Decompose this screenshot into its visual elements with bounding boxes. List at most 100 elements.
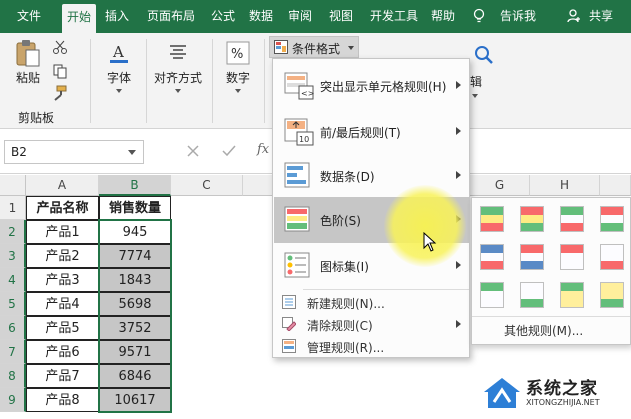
share-button[interactable]: 共享 — [584, 0, 618, 33]
enter-check-icon[interactable] — [222, 144, 236, 158]
number-group-label: 数字 — [225, 71, 250, 85]
watermark-title: 系统之家 — [526, 379, 598, 399]
font-button[interactable]: A 字体 — [99, 41, 139, 93]
table-cell[interactable]: 产品6 — [26, 340, 99, 364]
table-cell[interactable]: 产品8 — [26, 388, 99, 412]
svg-text:A: A — [112, 43, 124, 61]
menu-item-new-rule[interactable]: 新建规则(N)... — [274, 291, 470, 313]
insert-function-button[interactable]: fx — [257, 142, 269, 157]
table-header-cell[interactable]: 产品名称 — [26, 196, 99, 220]
chevron-down-icon[interactable] — [128, 150, 136, 155]
menu-divider — [472, 316, 630, 317]
table-cell[interactable]: 产品2 — [26, 244, 99, 268]
row-header[interactable]: 9 — [0, 388, 26, 412]
row-header[interactable]: 6 — [0, 316, 26, 340]
chevron-down-icon — [348, 46, 354, 50]
data-bars-icon — [284, 162, 310, 188]
menu-item-clear-rules[interactable]: 清除规则(C) — [274, 313, 470, 335]
number-format-button[interactable]: % 数字 — [218, 41, 258, 93]
icon-sets-icon — [284, 252, 310, 278]
cancel-icon[interactable] — [186, 144, 200, 158]
select-all-corner[interactable] — [0, 175, 26, 196]
menu-item-manage-rules[interactable]: 管理规则(R)... — [274, 335, 470, 357]
row-header[interactable]: 5 — [0, 292, 26, 316]
column-header-a[interactable]: A — [26, 175, 99, 196]
color-scale-swatch[interactable] — [560, 206, 584, 232]
paste-button[interactable]: 粘贴 — [8, 39, 48, 86]
color-scales-icon — [284, 206, 310, 232]
highlight-rules-icon: <> — [284, 72, 314, 100]
color-scale-swatch[interactable] — [480, 282, 504, 308]
column-header-d[interactable] — [243, 175, 273, 196]
chevron-right-icon — [456, 127, 461, 135]
tab-insert[interactable]: 插入 — [100, 0, 134, 33]
menu-item-highlight-cell-rules[interactable]: <> 突出显示单元格规则(H) — [274, 63, 470, 109]
copy-icon[interactable] — [52, 63, 68, 79]
align-center-icon — [170, 45, 186, 59]
percent-icon: % — [226, 41, 250, 65]
table-header-cell[interactable]: 销售数量 — [99, 196, 171, 220]
color-scale-swatch[interactable] — [560, 282, 584, 308]
color-scale-swatch[interactable] — [600, 206, 624, 232]
table-cell[interactable]: 产品1 — [26, 220, 99, 244]
svg-text:10: 10 — [299, 135, 309, 144]
color-scale-swatch[interactable] — [520, 244, 544, 270]
column-header-c[interactable]: C — [171, 175, 243, 196]
tab-help[interactable]: 帮助 — [426, 0, 460, 33]
menu-item-label: 突出显示单元格规则(H) — [320, 80, 447, 94]
format-painter-icon[interactable] — [52, 85, 68, 101]
column-header-b[interactable]: B — [99, 175, 171, 196]
row-header[interactable]: 1 — [0, 196, 26, 220]
column-header-h[interactable]: H — [530, 175, 600, 196]
color-scale-swatch[interactable] — [600, 244, 624, 270]
color-scale-swatch[interactable] — [480, 206, 504, 232]
row-header[interactable]: 2 — [0, 220, 26, 244]
alignment-group-label: 对齐方式 — [153, 71, 202, 85]
tab-review[interactable]: 审阅 — [283, 0, 317, 33]
color-scale-swatch[interactable] — [480, 244, 504, 270]
chevron-right-icon — [456, 81, 461, 89]
more-rules-item[interactable]: 其他规则(M)... — [504, 322, 583, 339]
row-header[interactable]: 3 — [0, 244, 26, 268]
menu-item-label: 色阶(S) — [320, 214, 361, 228]
menu-item-top-bottom-rules[interactable]: 10 前/最后规则(T) — [274, 109, 470, 155]
tab-data[interactable]: 数据 — [244, 0, 278, 33]
chevron-right-icon — [456, 320, 461, 328]
column-header-i[interactable] — [600, 175, 631, 196]
paste-label: 粘贴 — [15, 71, 40, 85]
row-header[interactable]: 8 — [0, 364, 26, 388]
color-scale-swatch[interactable] — [560, 244, 584, 270]
conditional-format-icon — [274, 40, 288, 54]
tab-page-layout[interactable]: 页面布局 — [140, 0, 202, 33]
menu-divider — [303, 289, 469, 290]
ribbon-divider — [146, 39, 147, 123]
color-scale-swatch[interactable] — [600, 282, 624, 308]
table-cell[interactable]: 产品4 — [26, 292, 99, 316]
row-header[interactable]: 4 — [0, 268, 26, 292]
column-header-g[interactable]: G — [470, 175, 530, 196]
watermark-url: XITONGZHIJIA.NET — [526, 398, 600, 407]
tab-view[interactable]: 视图 — [324, 0, 358, 33]
editing-group-label: 辑 — [470, 75, 483, 89]
table-cell[interactable]: 产品5 — [26, 316, 99, 340]
tab-file[interactable]: 文件 — [4, 0, 54, 33]
cut-icon[interactable] — [52, 39, 68, 55]
house-logo-icon — [484, 378, 520, 408]
table-cell[interactable]: 产品3 — [26, 268, 99, 292]
mouse-pointer-icon — [423, 232, 437, 252]
color-scale-swatch[interactable] — [520, 282, 544, 308]
tab-developer[interactable]: 开发工具 — [364, 0, 424, 33]
conditional-formatting-button[interactable]: 条件格式 — [269, 36, 359, 58]
color-scale-swatch[interactable] — [520, 206, 544, 232]
menu-item-label: 新建规则(N)... — [307, 297, 385, 311]
chevron-right-icon — [456, 171, 461, 179]
name-box[interactable]: B2 — [4, 140, 144, 164]
menu-item-label: 清除规则(C) — [307, 319, 373, 333]
tab-formulas[interactable]: 公式 — [206, 0, 240, 33]
find-icon[interactable] — [472, 43, 496, 67]
tell-me-search[interactable]: 告诉我 — [494, 0, 542, 33]
row-header[interactable]: 7 — [0, 340, 26, 364]
tab-home[interactable]: 开始 — [62, 4, 96, 33]
alignment-button[interactable]: 对齐方式 — [150, 41, 206, 93]
table-cell[interactable]: 产品7 — [26, 364, 99, 388]
